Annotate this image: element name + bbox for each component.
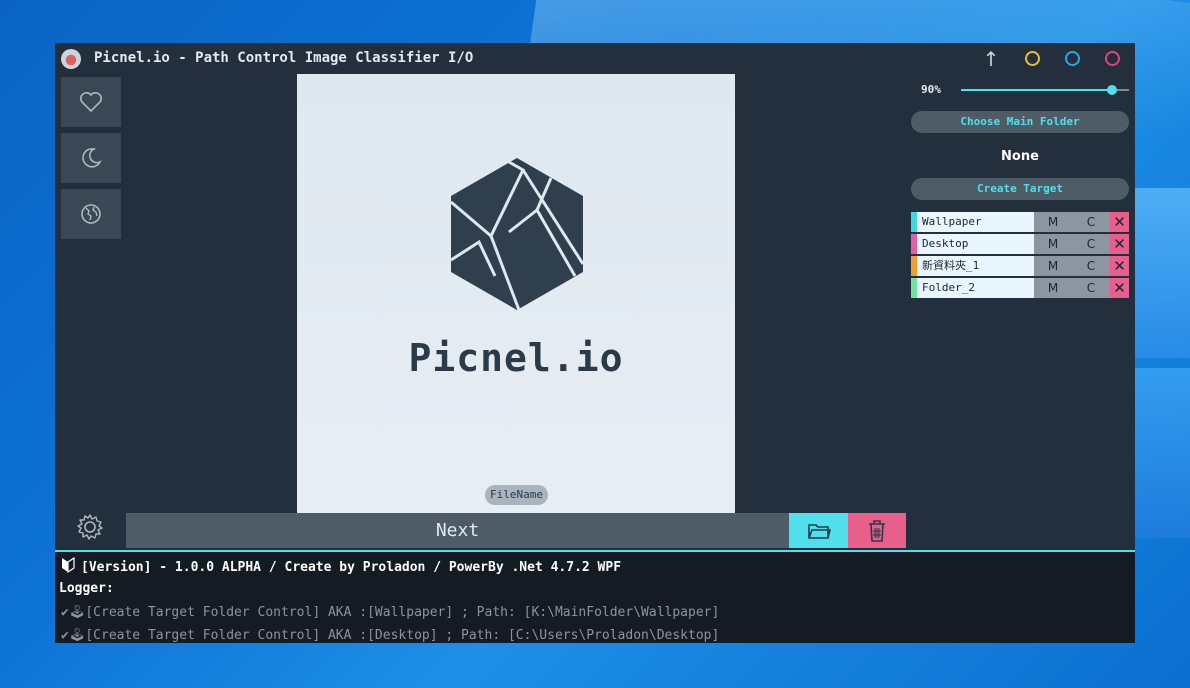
target-row: Folder_2 M C ✕ (911, 278, 1129, 298)
gear-icon (77, 514, 103, 540)
logger-label: Logger: (59, 581, 114, 596)
main-folder-path: None (1001, 149, 1039, 164)
delete-button[interactable] (848, 513, 906, 548)
moon-icon (82, 148, 102, 168)
picnel-logo-icon (450, 158, 585, 311)
brand-wordmark: Picnel.io (408, 336, 624, 380)
heart-icon (80, 92, 102, 113)
sidebar-item-favorite[interactable] (61, 77, 121, 127)
version-line: [Version] - 1.0.0 ALPHA / Create by Prol… (61, 556, 622, 575)
target-move-button[interactable]: M (1034, 278, 1072, 298)
target-remove-button[interactable]: ✕ (1110, 234, 1129, 254)
open-folder-button[interactable] (789, 513, 848, 548)
target-remove-button[interactable]: ✕ (1110, 256, 1129, 276)
minimize-button[interactable] (1025, 51, 1040, 66)
target-list: Wallpaper M C ✕ Desktop M C ✕ 新資料夾_1 M C… (911, 212, 1129, 300)
desktop-windows-logo-bottom (1134, 368, 1190, 538)
target-copy-button[interactable]: C (1072, 234, 1110, 254)
target-copy-button[interactable]: C (1072, 212, 1110, 232)
beginner-mark-icon (62, 556, 75, 574)
version-text: [Version] - 1.0.0 ALPHA / Create by Prol… (81, 560, 622, 575)
target-copy-button[interactable]: C (1072, 278, 1110, 298)
sidebar-item-web[interactable] (61, 189, 121, 239)
window-title: Picnel.io - Path Control Image Classifie… (94, 50, 474, 66)
filename-badge: FileName (485, 485, 548, 505)
target-name[interactable]: 新資料夾_1 (917, 256, 1034, 276)
maximize-button[interactable] (1065, 51, 1080, 66)
image-preview: Picnel.io FileName (297, 74, 735, 513)
target-row: Desktop M C ✕ (911, 234, 1129, 254)
target-name[interactable]: Folder_2 (917, 278, 1034, 298)
target-remove-button[interactable]: ✕ (1110, 278, 1129, 298)
target-move-button[interactable]: M (1034, 256, 1072, 276)
create-target-button[interactable]: Create Target (911, 178, 1129, 200)
settings-button[interactable] (75, 512, 105, 542)
target-copy-button[interactable]: C (1072, 256, 1110, 276)
target-name[interactable]: Wallpaper (917, 212, 1034, 232)
zoom-slider-fill (961, 89, 1113, 91)
arrow-up-icon[interactable]: ↑ (981, 49, 1001, 69)
target-remove-button[interactable]: ✕ (1110, 212, 1129, 232)
folder-open-icon (807, 523, 831, 539)
zoom-slider[interactable] (961, 85, 1129, 95)
title-bar[interactable]: Picnel.io - Path Control Image Classifie… (55, 43, 1135, 73)
app-logo-icon (61, 49, 81, 69)
next-button[interactable]: Next (126, 513, 789, 548)
target-row: Wallpaper M C ✕ (911, 212, 1129, 232)
check-icon: ✔ (61, 605, 69, 620)
joystick-icon: 🕹 (68, 628, 86, 643)
log-line-text: [Create Target Folder Control] AKA :[Des… (85, 628, 720, 643)
sidebar-item-night[interactable] (61, 133, 121, 183)
log-line: ✔🕹[Create Target Folder Control] AKA :[D… (61, 628, 719, 643)
target-name[interactable]: Desktop (917, 234, 1034, 254)
target-move-button[interactable]: M (1034, 234, 1072, 254)
log-line: ✔🕹[Create Target Folder Control] AKA :[W… (61, 605, 719, 620)
desktop-windows-logo-top (1134, 188, 1190, 358)
app-window: Picnel.io - Path Control Image Classifie… (55, 43, 1135, 643)
close-button[interactable] (1105, 51, 1120, 66)
choose-main-folder-button[interactable]: Choose Main Folder (911, 111, 1129, 133)
joystick-icon: 🕹 (68, 605, 86, 620)
check-icon: ✔ (61, 628, 69, 643)
trash-icon (869, 519, 885, 542)
zoom-level: 90% (921, 83, 941, 96)
log-panel[interactable]: [Version] - 1.0.0 ALPHA / Create by Prol… (55, 552, 1135, 643)
zoom-slider-thumb[interactable] (1107, 85, 1118, 95)
globe-icon (81, 204, 101, 224)
target-move-button[interactable]: M (1034, 212, 1072, 232)
log-line-text: [Create Target Folder Control] AKA :[Wal… (85, 605, 720, 620)
target-row: 新資料夾_1 M C ✕ (911, 256, 1129, 276)
